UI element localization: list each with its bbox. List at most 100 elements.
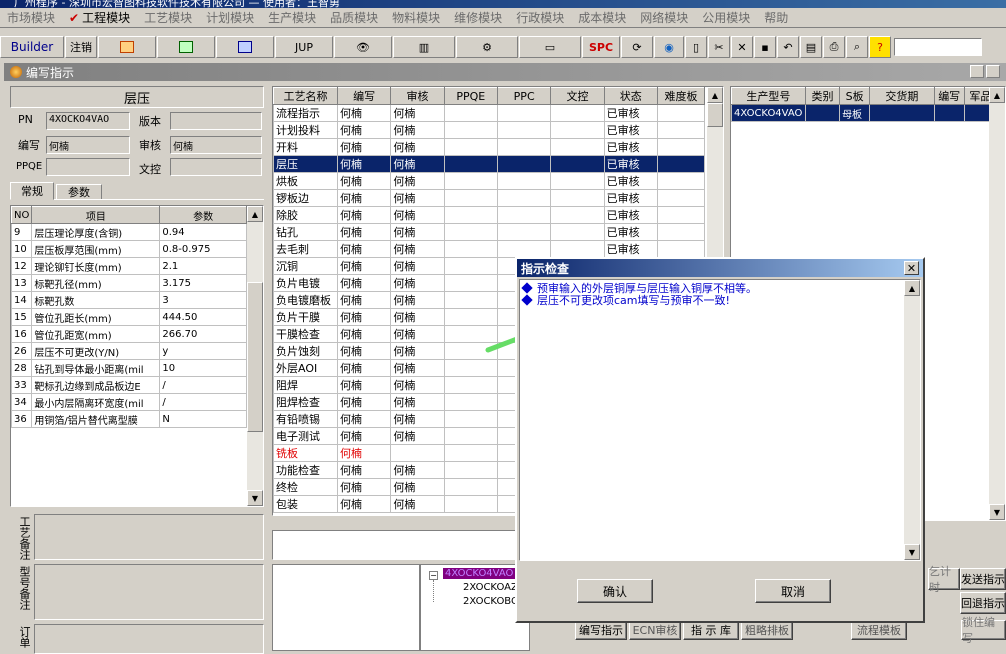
menu-item[interactable]: 维修模块	[447, 9, 509, 26]
menu-item[interactable]: 计划模块	[199, 9, 261, 26]
timer-button[interactable]: 乞计时	[928, 565, 960, 594]
undo-icon[interactable]: ↶	[777, 36, 799, 58]
param-row[interactable]: 34 最小内层隔离环宽度(mil /	[11, 393, 247, 411]
write-instruction-button[interactable]: 编写指示	[575, 620, 627, 640]
tab-general[interactable]: 常规	[10, 182, 54, 200]
preview-icon[interactable]: ▤	[800, 36, 822, 58]
model-col-header[interactable]: 类别	[804, 87, 841, 105]
process-row[interactable]: 开料 何楠 何楠 已审核	[273, 138, 706, 156]
restore-icon[interactable]	[986, 65, 1000, 78]
note-field[interactable]	[34, 564, 264, 620]
report-icon[interactable]	[98, 36, 156, 58]
menu-item[interactable]: 物料模块	[385, 9, 447, 26]
param-col-no[interactable]: NO	[11, 206, 33, 224]
close-icon[interactable]: ✕	[904, 261, 919, 275]
cancel-button[interactable]: 取消	[755, 579, 831, 603]
scroll-thumb[interactable]	[707, 103, 723, 127]
menu-item[interactable]: 帮助	[757, 9, 795, 26]
jup-button[interactable]: JUP	[275, 36, 333, 58]
menu-item[interactable]: 生产模块	[261, 9, 323, 26]
process-row[interactable]: 烘板 何楠 何楠 已审核	[273, 172, 706, 190]
message-box[interactable]: 预审输入的外层铜厚与层压输入铜厚不相等。 层压不可更改项cam填写与预审不一致!…	[519, 279, 921, 561]
param-row[interactable]: 36 用铜箔/铝片替代离型膜 N	[11, 410, 247, 428]
param-col-item[interactable]: 项目	[31, 206, 161, 224]
scroll-up-icon[interactable]: ▲	[247, 206, 263, 222]
menu-item[interactable]: 成本模块	[571, 9, 633, 26]
delete-icon[interactable]: ✕	[731, 36, 753, 58]
ecn-review-button[interactable]: ECN审核	[629, 620, 681, 640]
message-scrollbar[interactable]: ▲ ▼	[904, 280, 920, 560]
note-field[interactable]	[34, 514, 264, 560]
process-col-header[interactable]: 状态	[603, 87, 658, 105]
process-col-header[interactable]: 编写	[336, 87, 392, 105]
model-col-header[interactable]: 编写	[933, 87, 965, 105]
param-row[interactable]: 16 管位孔距宽(mm) 266.70	[11, 325, 247, 343]
revert-instruction-button[interactable]: 回退指示	[960, 592, 1006, 614]
menu-item[interactable]: 网络模块	[633, 9, 695, 26]
scroll-down-icon[interactable]: ▼	[904, 544, 920, 560]
model-col-header[interactable]: 生产型号	[731, 87, 806, 105]
param-scrollbar[interactable]: ▲ ▼	[247, 206, 263, 506]
param-col-value[interactable]: 参数	[159, 206, 247, 224]
new-file-icon[interactable]: ▯	[685, 36, 707, 58]
browser-icon[interactable]: ◉	[654, 36, 684, 58]
tree-root[interactable]: 4XOCKO4VAO	[443, 568, 516, 579]
menu-item[interactable]: 市场模块	[0, 9, 62, 26]
spc-button[interactable]: SPC	[582, 36, 620, 58]
param-row[interactable]: 15 管位孔距长(mm) 444.50	[11, 308, 247, 326]
param-row[interactable]: 14 标靶孔数 3	[11, 291, 247, 309]
param-row[interactable]: 33 靶标孔边缘到成品板边E /	[11, 376, 247, 394]
model-scrollbar[interactable]: ▲ ▼	[989, 87, 1005, 520]
excel-icon[interactable]	[157, 36, 215, 58]
note-field[interactable]	[34, 624, 264, 654]
scroll-up-icon[interactable]: ▲	[989, 87, 1005, 103]
author-field[interactable]: 何楠	[46, 136, 130, 154]
flow-template-button[interactable]: 流程模板	[851, 620, 907, 640]
save-icon[interactable]: ▪	[754, 36, 776, 58]
menu-item[interactable]: ✔ 工程模块	[62, 9, 137, 26]
builder-button[interactable]: Builder	[0, 36, 64, 58]
minimize-icon[interactable]	[970, 65, 984, 78]
version-field[interactable]	[170, 112, 262, 130]
ppqe-field[interactable]	[46, 158, 130, 176]
process-row[interactable]: 钻孔 何楠 何楠 已审核	[273, 223, 706, 241]
process-col-header[interactable]: PPC	[496, 87, 552, 105]
process-row[interactable]: 流程指示 何楠 何楠 已审核	[273, 104, 706, 122]
help-icon[interactable]: ?	[869, 36, 891, 58]
print-icon[interactable]: ⎙	[823, 36, 845, 58]
scroll-down-icon[interactable]: ▼	[247, 490, 263, 506]
tree-collapse-icon[interactable]: −	[429, 571, 438, 580]
lock-writing-button[interactable]: 锁住编写	[961, 616, 1006, 645]
computer-icon[interactable]: ▭	[519, 36, 581, 58]
menu-item[interactable]: 公用模块	[695, 9, 757, 26]
doc-control-field[interactable]	[170, 158, 262, 176]
pn-field[interactable]: 4XOCKO4VAO	[46, 112, 130, 130]
process-row[interactable]: 计划投料 何楠 何楠 已审核	[273, 121, 706, 139]
cut-icon[interactable]: ✂	[708, 36, 730, 58]
process-row[interactable]: 除胶 何楠 何楠 已审核	[273, 206, 706, 224]
process-col-header[interactable]: 工艺名称	[273, 87, 338, 105]
scroll-thumb[interactable]	[247, 282, 263, 432]
process-col-header[interactable]: 难度板	[656, 87, 706, 105]
instruction-library-button[interactable]: 指 示 库	[683, 620, 739, 640]
tab-params[interactable]: 参数	[56, 184, 102, 200]
database-icon[interactable]: ▥	[393, 36, 455, 58]
process-row[interactable]: 层压 何楠 何楠 已审核	[273, 155, 706, 173]
send-instruction-button[interactable]: 发送指示	[960, 568, 1006, 590]
menu-item[interactable]: 品质模块	[323, 9, 385, 26]
param-row[interactable]: 9 层压理论厚度(含铜) 0.94	[11, 223, 247, 241]
model-col-header[interactable]: S板	[839, 87, 871, 105]
param-row[interactable]: 13 标靶孔径(mm) 3.175	[11, 274, 247, 292]
rough-layout-button[interactable]: 粗略排板	[741, 620, 793, 640]
review-field[interactable]: 何楠	[170, 136, 262, 154]
word-icon[interactable]	[216, 36, 274, 58]
model-col-header[interactable]: 交货期	[869, 87, 935, 105]
param-row[interactable]: 10 层压板厚范围(mm) 0.8-0.975	[11, 240, 247, 258]
logout-button[interactable]: 注销	[65, 36, 97, 58]
confirm-button[interactable]: 确认	[577, 579, 653, 603]
settings-icon[interactable]: ⚙	[456, 36, 518, 58]
process-note-field[interactable]	[272, 530, 522, 560]
refresh-icon[interactable]: ⟳	[621, 36, 653, 58]
process-row[interactable]: 去毛刺 何楠 何楠 已审核	[273, 240, 706, 258]
param-row[interactable]: 26 层压不可更改(Y/N) y	[11, 342, 247, 360]
